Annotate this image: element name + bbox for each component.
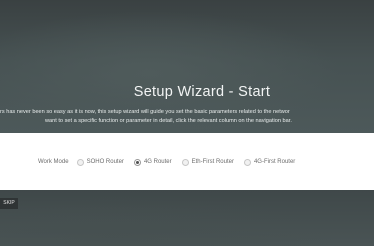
work-mode-panel: Work Mode SOHO Router 4G Router Eth-Firs… [0,133,374,190]
4g-router-radio[interactable] [133,158,141,166]
soho-router-radio[interactable] [76,158,84,166]
skip-button[interactable]: SKIP [0,198,18,209]
work-mode-row: Work Mode SOHO Router 4G Router Eth-Firs… [0,157,374,167]
wizard-footer: SKIP [0,190,374,246]
work-mode-option-4g-first-router[interactable]: 4G-First Router [243,158,296,166]
description-line-2: want to set a specific function or param… [45,117,292,124]
work-mode-option-eth-first-router[interactable]: Eth-First Router [181,158,234,166]
work-mode-option-soho-router[interactable]: SOHO Router [76,158,124,166]
wizard-header: Setup Wizard - Start rs has never been s… [0,0,374,133]
setup-wizard-page: Setup Wizard - Start rs has never been s… [0,0,374,246]
work-mode-label: Work Mode [38,159,69,165]
description-line-1: rs has never been so easy as it is now, … [0,109,290,115]
4g-first-router-radio[interactable] [243,158,251,166]
eth-first-router-radio[interactable] [181,158,189,166]
4g-router-label: 4G Router [143,159,172,165]
wizard-description: rs has never been so easy as it is now, … [0,108,374,125]
page-title: Setup Wizard - Start [133,84,271,100]
4g-first-router-label: 4G-First Router [253,159,296,165]
soho-router-label: SOHO Router [86,159,124,165]
work-mode-option-4g-router[interactable]: 4G Router [133,158,172,166]
eth-first-router-label: Eth-First Router [191,159,234,165]
